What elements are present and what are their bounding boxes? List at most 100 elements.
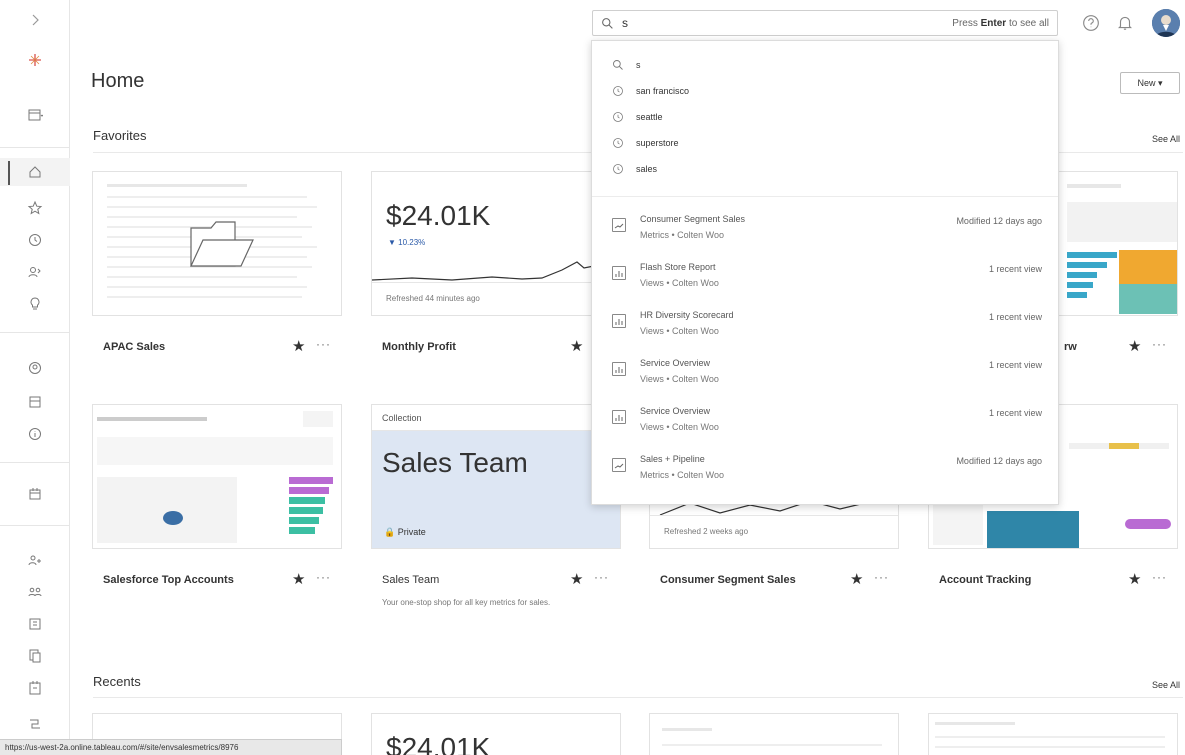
users-icon[interactable] xyxy=(0,354,70,382)
refresh-status: Refreshed 2 weeks ago xyxy=(664,527,749,536)
recent-search-item[interactable]: seattle xyxy=(612,107,663,127)
favorite-star-icon[interactable]: ★ xyxy=(292,337,305,355)
result-subtitle: Metrics • Colten Woo xyxy=(640,470,725,480)
favorites-star-icon[interactable] xyxy=(0,194,70,222)
new-button[interactable]: New ▾ xyxy=(1120,72,1180,94)
result-meta: 1 recent view xyxy=(988,360,1042,370)
more-actions-icon[interactable]: ··· xyxy=(874,570,889,584)
card-label[interactable]: Salesforce Top Accounts xyxy=(103,574,234,586)
recents-see-all-link[interactable]: See All xyxy=(1152,680,1180,690)
shared-with-me-icon[interactable] xyxy=(0,258,70,286)
favorite-card-monthly-profit[interactable]: $24.01K ▼ 10.23% Refreshed 44 minutes ag… xyxy=(371,171,621,316)
result-meta: 1 recent view xyxy=(988,264,1042,274)
card-label[interactable]: Consumer Segment Sales xyxy=(660,574,796,586)
recent-search-label: superstore xyxy=(636,138,679,148)
thumbnail-bar xyxy=(1109,443,1139,449)
recent-search-item[interactable]: superstore xyxy=(612,133,679,153)
thumbnail-map-dot xyxy=(163,511,183,525)
search-result-item[interactable]: Sales + Pipeline Metrics • Colten Woo Mo… xyxy=(612,451,1042,491)
flows-icon[interactable] xyxy=(0,710,70,738)
view-icon xyxy=(612,314,626,328)
projects-icon[interactable] xyxy=(0,610,70,638)
collections-icon[interactable] xyxy=(0,388,70,416)
sidebar-divider xyxy=(0,147,70,148)
datasources-icon[interactable] xyxy=(0,674,70,702)
recents-clock-icon[interactable] xyxy=(0,226,70,254)
favorites-see-all-link[interactable]: See All xyxy=(1152,134,1180,144)
expand-icon[interactable] xyxy=(0,6,70,34)
result-title: Flash Store Report xyxy=(640,262,716,272)
favorite-star-icon[interactable]: ★ xyxy=(292,570,305,588)
info-icon[interactable] xyxy=(0,420,70,448)
favorite-star-icon[interactable]: ★ xyxy=(850,570,863,588)
card-divider xyxy=(372,282,620,283)
card-label[interactable]: Account Tracking xyxy=(939,574,1031,586)
search-query-row[interactable]: s xyxy=(612,55,641,75)
favorites-heading: Favorites xyxy=(93,128,147,143)
result-title: Consumer Segment Sales xyxy=(640,214,746,224)
more-actions-icon[interactable]: ··· xyxy=(316,337,331,351)
card-label[interactable]: rw xyxy=(1064,341,1077,353)
search-result-item[interactable]: HR Diversity Scorecard Views • Colten Wo… xyxy=(612,307,1042,347)
card-divider xyxy=(650,515,898,516)
recent-card-monthly-profit[interactable]: $24.01K xyxy=(371,713,621,755)
tableau-logo-icon[interactable] xyxy=(0,46,70,74)
thumbnail-bar xyxy=(1067,262,1107,268)
favorite-card-sales-team-collection[interactable]: Collection Sales Team 🔒 Private xyxy=(371,404,621,549)
result-subtitle: Metrics • Colten Woo xyxy=(640,230,725,240)
workbooks-icon[interactable] xyxy=(0,642,70,670)
team-icon[interactable] xyxy=(0,578,70,606)
search-result-item[interactable]: Service Overview Views • Colten Woo 1 re… xyxy=(612,355,1042,395)
more-actions-icon[interactable]: ··· xyxy=(594,570,609,584)
recent-search-label: seattle xyxy=(636,112,663,122)
recent-card[interactable] xyxy=(928,713,1178,755)
groups-icon[interactable] xyxy=(0,546,70,574)
thumbnail-line xyxy=(662,728,712,731)
favorite-star-icon[interactable]: ★ xyxy=(570,337,583,355)
thumbnail-bar xyxy=(289,487,329,494)
more-actions-icon[interactable]: ··· xyxy=(316,570,331,584)
favorite-card-apac-sales[interactable] xyxy=(92,171,342,316)
search-result-item[interactable]: Service Overview Views • Colten Woo 1 re… xyxy=(612,403,1042,443)
recommendations-bulb-icon[interactable] xyxy=(0,290,70,318)
search-bar[interactable]: s Press Enter to see all xyxy=(592,10,1058,36)
more-actions-icon[interactable]: ··· xyxy=(1152,570,1167,584)
favorite-star-icon[interactable]: ★ xyxy=(1128,337,1141,355)
favorite-star-icon[interactable]: ★ xyxy=(570,570,583,588)
notifications-bell-icon[interactable] xyxy=(1112,10,1138,36)
thumbnail-bar xyxy=(289,517,319,524)
search-result-item[interactable]: Consumer Segment Sales Metrics • Colten … xyxy=(612,211,1042,251)
recent-card[interactable] xyxy=(649,713,899,755)
card-label[interactable]: APAC Sales xyxy=(103,341,165,353)
more-actions-icon[interactable]: ··· xyxy=(1152,337,1167,351)
page-title: Home xyxy=(91,70,145,92)
thumbnail-line xyxy=(935,722,1015,725)
help-icon[interactable] xyxy=(1078,10,1104,36)
kpi-value: $24.01K xyxy=(386,200,491,231)
calendar-icon[interactable] xyxy=(0,480,70,508)
favorite-card-salesforce-top-accounts[interactable] xyxy=(92,404,342,549)
thumbnail-bar xyxy=(289,497,325,504)
search-input[interactable]: s xyxy=(622,16,952,30)
card-label[interactable]: Monthly Profit xyxy=(382,341,456,353)
thumbnail-line xyxy=(107,196,307,198)
favorite-star-icon[interactable]: ★ xyxy=(1128,570,1141,588)
metric-icon xyxy=(612,218,626,232)
card-description: Your one-stop shop for all key metrics f… xyxy=(382,598,551,607)
home-icon[interactable] xyxy=(0,158,70,186)
avatar[interactable] xyxy=(1152,9,1180,37)
thumbnail-bar xyxy=(289,477,333,484)
recent-search-item[interactable]: san francisco xyxy=(612,81,689,101)
recent-search-label: san francisco xyxy=(636,86,690,96)
site-switcher-icon[interactable] xyxy=(0,101,70,129)
result-subtitle: Views • Colten Woo xyxy=(640,326,719,336)
thumbnail-table xyxy=(933,505,983,545)
result-subtitle: Views • Colten Woo xyxy=(640,422,719,432)
recent-search-item[interactable]: sales xyxy=(612,159,657,179)
refresh-status: Refreshed 44 minutes ago xyxy=(386,294,480,303)
result-meta: 1 recent view xyxy=(988,408,1042,418)
search-result-item[interactable]: Flash Store Report Views • Colten Woo 1 … xyxy=(612,259,1042,299)
search-hint: Press Enter to see all xyxy=(952,18,1049,29)
card-label[interactable]: Sales Team xyxy=(382,574,439,586)
thumbnail-line xyxy=(107,216,297,218)
